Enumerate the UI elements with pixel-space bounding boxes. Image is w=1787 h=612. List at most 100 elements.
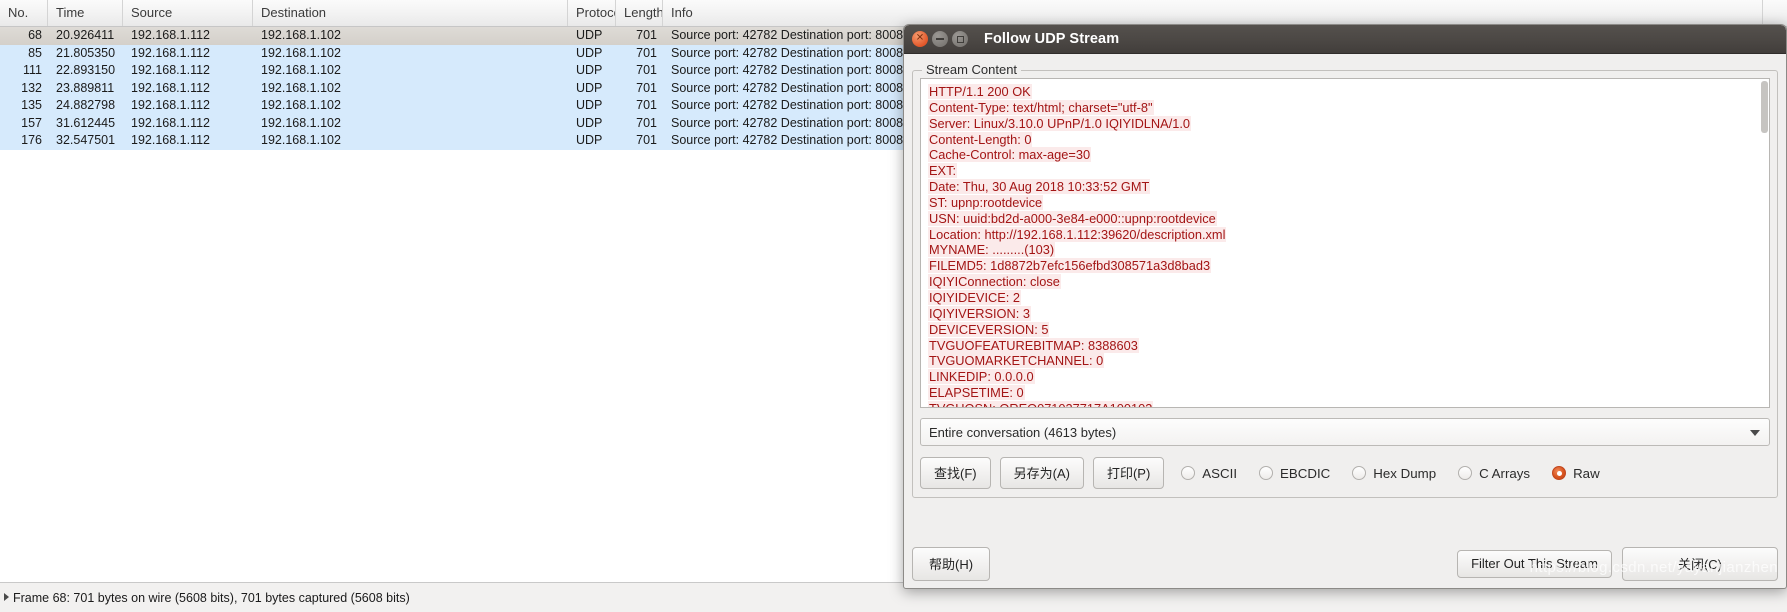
stream-line-text: TVGUOMARKETCHANNEL: 0 xyxy=(928,353,1105,369)
stream-line-text: USN: uuid:bd2d-a000-3e84-e000::upnp:root… xyxy=(928,210,1217,226)
print-button[interactable]: 打印(P) xyxy=(1092,457,1165,489)
cell-protocol: UDP xyxy=(576,28,603,42)
cell-length: 701 xyxy=(636,63,657,77)
cell-no: 132 xyxy=(21,80,42,95)
column-header-length[interactable]: Length xyxy=(616,0,663,26)
cell-destination: 192.168.1.102 xyxy=(261,45,341,60)
close-dialog-button[interactable]: 关闭(C) xyxy=(1622,547,1778,581)
stream-line-text: Cache-Control: max-age=30 xyxy=(928,147,1092,163)
format-radio-c-arrays[interactable]: C Arrays xyxy=(1458,466,1530,481)
column-header-info[interactable]: Info xyxy=(663,0,1763,26)
stream-line: ELAPSETIME: 0 xyxy=(928,385,1763,401)
cell-source: 192.168.1.112 xyxy=(131,98,211,112)
filter-out-this-stream-button[interactable]: Filter Out This Stream xyxy=(1457,550,1612,578)
stream-line-text: FILEMD5: 1d8872b7efc156efbd308571a3d8bad… xyxy=(928,258,1212,274)
cell-protocol: UDP xyxy=(576,115,603,130)
cell-destination: 192.168.1.102 xyxy=(261,28,341,42)
stream-vertical-scrollbar[interactable] xyxy=(1760,79,1769,407)
dialog-titlebar[interactable]: ✕ Follow UDP Stream xyxy=(904,25,1786,54)
cell-protocol: UDP xyxy=(576,63,603,77)
stream-line-text: IQIYIVERSION: 3 xyxy=(928,305,1031,321)
stream-line-text: TVGUOFEATUREBITMAP: 8388603 xyxy=(928,337,1139,353)
chevron-down-icon[interactable] xyxy=(1750,430,1760,436)
dialog-title: Follow UDP Stream xyxy=(984,31,1120,47)
cell-protocol: UDP xyxy=(576,80,603,95)
stream-line-text: MYNAME: .........(103) xyxy=(928,242,1056,258)
cell-source: 192.168.1.112 xyxy=(131,63,211,77)
column-header-no[interactable]: No. xyxy=(0,0,48,26)
find-button[interactable]: 查找(F) xyxy=(920,457,991,489)
format-radio-ebcdic[interactable]: EBCDIC xyxy=(1259,466,1330,481)
cell-time: 31.612445 xyxy=(56,115,116,130)
format-radio-label: Raw xyxy=(1573,465,1600,481)
format-radio-group: ASCII EBCDIC Hex Dump C Arrays Raw xyxy=(1181,466,1621,481)
radio-icon[interactable] xyxy=(1181,466,1196,480)
stream-content-label: Stream Content xyxy=(922,62,1022,77)
stream-actions-row: 查找(F) 另存为(A) 打印(P) ASCII EBCDIC Hex Dump C … xyxy=(920,457,1770,489)
stream-line: Cache-Control: max-age=30 xyxy=(928,147,1763,163)
dialog-body: Stream Content HTTP/1.1 200 OK Content-Ty… xyxy=(904,54,1786,588)
conversation-select[interactable]: Entire conversation (4613 bytes) xyxy=(920,418,1770,446)
cell-source: 192.168.1.112 xyxy=(131,115,211,130)
format-radio-hex-dump[interactable]: Hex Dump xyxy=(1352,466,1436,481)
stream-line: MYNAME: .........(103) xyxy=(928,242,1763,258)
cell-length: 701 xyxy=(636,98,657,112)
radio-icon[interactable] xyxy=(1552,466,1567,480)
column-header-time[interactable]: Time xyxy=(48,0,123,26)
stream-line: TVGUOMARKETCHANNEL: 0 xyxy=(928,353,1763,369)
minimize-window-icon[interactable] xyxy=(932,31,948,47)
column-header-source[interactable]: Source xyxy=(123,0,253,26)
stream-line: TVGUOFEATUREBITMAP: 8388603 xyxy=(928,337,1763,354)
stream-line: Content-Length: 0 xyxy=(928,131,1763,148)
cell-protocol: UDP xyxy=(576,98,603,112)
stream-line: Date: Thu, 30 Aug 2018 10:33:52 GMT xyxy=(928,179,1763,195)
radio-icon[interactable] xyxy=(1352,466,1367,480)
format-radio-label: Hex Dump xyxy=(1373,465,1437,481)
packet-list-header: No. Time Source Destination Protoco Leng… xyxy=(0,0,1787,27)
stream-line: USN: uuid:bd2d-a000-3e84-e000::upnp:root… xyxy=(928,210,1763,227)
stream-line: LINKEDIP: 0.0.0.0 xyxy=(928,369,1763,385)
column-header-protocol[interactable]: Protoco xyxy=(568,0,616,26)
stream-line-text: ELAPSETIME: 0 xyxy=(928,385,1025,401)
format-radio-raw[interactable]: Raw xyxy=(1552,466,1600,481)
cell-source: 192.168.1.112 xyxy=(131,133,211,147)
cell-no: 85 xyxy=(28,45,42,60)
status-bar-text: Frame 68: 701 bytes on wire (5608 bits),… xyxy=(13,591,410,605)
stream-line-text: Location: http://192.168.1.112:39620/des… xyxy=(928,226,1227,242)
cell-no: 68 xyxy=(28,28,42,42)
radio-icon[interactable] xyxy=(1259,466,1274,480)
stream-line-text: Server: Linux/3.10.0 UPnP/1.0 IQIYIDLNA/… xyxy=(928,115,1192,131)
cell-destination: 192.168.1.102 xyxy=(261,98,341,112)
format-radio-label: ASCII xyxy=(1202,465,1238,481)
stream-content-textarea[interactable]: HTTP/1.1 200 OK Content-Type: text/html; … xyxy=(920,78,1770,408)
stream-line-text: Content-Length: 0 xyxy=(928,131,1033,147)
expand-triangle-icon[interactable] xyxy=(4,593,9,601)
conversation-select-value: Entire conversation (4613 bytes) xyxy=(929,424,1117,440)
cell-time: 20.926411 xyxy=(56,28,115,42)
stream-line-text: IQIYIDEVICE: 2 xyxy=(928,289,1022,305)
cell-length: 701 xyxy=(636,133,657,147)
help-button[interactable]: 帮助(H) xyxy=(912,547,991,581)
maximize-window-icon[interactable] xyxy=(952,31,968,47)
cell-length: 701 xyxy=(636,28,657,42)
stream-line: Location: http://192.168.1.112:39620/des… xyxy=(928,226,1763,243)
format-radio-label: EBCDIC xyxy=(1280,465,1331,481)
column-header-destination[interactable]: Destination xyxy=(253,0,568,26)
cell-destination: 192.168.1.102 xyxy=(261,63,341,77)
radio-icon[interactable] xyxy=(1458,466,1473,480)
stream-line: Server: Linux/3.10.0 UPnP/1.0 IQIYIDLNA/… xyxy=(928,115,1763,132)
close-window-icon[interactable]: ✕ xyxy=(912,31,928,47)
cell-length: 701 xyxy=(636,80,657,95)
save-as-button[interactable]: 另存为(A) xyxy=(999,457,1084,489)
dialog-footer: 帮助(H) Filter Out This Stream 关闭(C) xyxy=(912,547,1778,581)
stream-line-text: IQIYIConnection: close xyxy=(928,274,1061,290)
stream-line-text: Content-Type: text/html; charset="utf-8" xyxy=(928,99,1154,115)
cell-destination: 192.168.1.102 xyxy=(261,80,341,95)
stream-line: EXT: xyxy=(928,163,1763,179)
stream-line: ST: upnp:rootdevice xyxy=(928,194,1763,211)
stream-line: TVGUOSN: OREO071027717A100103 xyxy=(928,400,1763,407)
cell-source: 192.168.1.112 xyxy=(131,45,211,60)
cell-no: 176 xyxy=(21,133,42,147)
format-radio-ascii[interactable]: ASCII xyxy=(1181,466,1237,481)
stream-scrollbar-thumb[interactable] xyxy=(1761,81,1768,133)
